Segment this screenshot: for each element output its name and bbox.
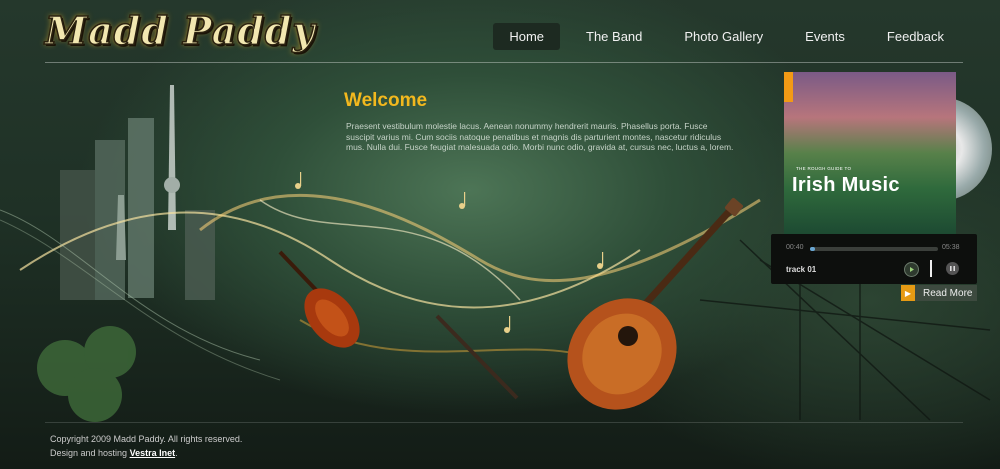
- time-elapsed: 00:40: [786, 244, 804, 251]
- hosting-prefix: Design and hosting: [50, 448, 128, 458]
- read-more-label: Read More: [923, 287, 973, 299]
- volume-indicator[interactable]: [930, 260, 932, 277]
- welcome-text: Praesent vestibulum molestie lacus. Aene…: [346, 121, 734, 153]
- nav-item-home[interactable]: Home: [493, 23, 561, 50]
- hosting-suffix: .: [175, 448, 178, 458]
- nav-item-events[interactable]: Events: [789, 23, 861, 50]
- pause-icon: [950, 266, 955, 271]
- footer-divider: [45, 422, 963, 423]
- guitar-illustration: [567, 197, 744, 410]
- footer: Copyright 2009 Madd Paddy. All rights re…: [50, 432, 242, 460]
- header-divider: [45, 62, 963, 63]
- main-nav: Home The Band Photo Gallery Events Feedb…: [483, 23, 960, 50]
- time-total: 05:38: [942, 244, 960, 251]
- audio-player: [771, 234, 977, 284]
- track-name: track 01: [786, 265, 817, 274]
- hosting-link[interactable]: Vestra Inet: [130, 448, 176, 458]
- album-cover-stripe: [784, 72, 793, 102]
- nav-item-photo-gallery[interactable]: Photo Gallery: [668, 23, 779, 50]
- shamrock-illustration: [37, 326, 136, 422]
- pause-button[interactable]: [946, 262, 959, 275]
- play-button[interactable]: [904, 262, 919, 277]
- nav-item-the-band[interactable]: The Band: [570, 23, 658, 50]
- progress-fill: [810, 247, 816, 251]
- nav-item-feedback[interactable]: Feedback: [871, 23, 960, 50]
- read-more-button[interactable]: ▶ Read More: [901, 285, 977, 301]
- site-logo[interactable]: Madd Paddy: [44, 7, 315, 54]
- city-skyline-illustration: [60, 85, 215, 300]
- album-guide-label: THE ROUGH GUIDE TO: [796, 166, 852, 171]
- copyright-text: Copyright 2009 Madd Paddy. All rights re…: [50, 434, 243, 444]
- progress-bar[interactable]: [810, 247, 938, 251]
- arrow-right-icon: ▶: [901, 285, 915, 301]
- album-title: Irish Music: [792, 174, 900, 196]
- welcome-heading: Welcome: [344, 90, 428, 111]
- play-icon: [910, 267, 914, 272]
- hosting-line: Design and hosting Vestra Inet.: [50, 446, 242, 460]
- album-cover[interactable]: THE ROUGH GUIDE TO Irish Music: [784, 72, 956, 234]
